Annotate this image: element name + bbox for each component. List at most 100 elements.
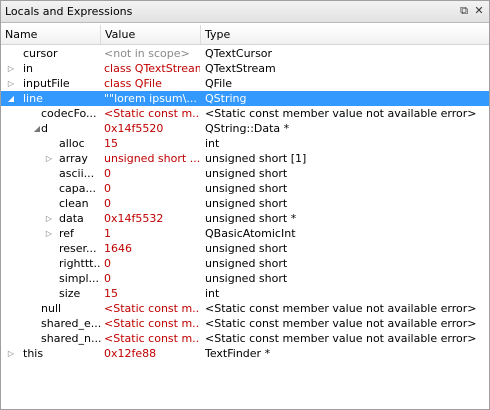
row-value: 0x12fe88: [104, 347, 157, 360]
row-value: ""lorem ipsum\...: [104, 92, 197, 105]
row-name: this: [23, 347, 44, 360]
row-type: unsigned short: [205, 272, 288, 285]
tree-row[interactable]: shared_e... <Static const m... <Static con…: [1, 316, 489, 331]
row-name: d: [41, 122, 48, 135]
row-name: data: [59, 212, 84, 225]
row-value: <Static const m...: [104, 332, 200, 345]
column-header-name[interactable]: Name: [1, 25, 101, 44]
row-value: 0: [104, 272, 111, 285]
collapse-arrow-icon[interactable]: ◢: [33, 124, 41, 133]
row-type: <Static const member value not available…: [205, 332, 477, 345]
row-type: <Static const member value not available…: [205, 302, 477, 315]
panel-title: Locals and Expressions: [5, 5, 133, 18]
expand-arrow-icon[interactable]: ▷: [45, 229, 53, 238]
row-name: capa...: [59, 182, 97, 195]
row-name: shared_n...: [41, 332, 101, 345]
row-value: <Static const m...: [104, 107, 200, 120]
tree-row[interactable]: reser... 1646 unsigned short: [1, 241, 489, 256]
row-type: int: [205, 137, 220, 150]
row-name: simpl...: [59, 272, 100, 285]
row-type: unsigned short: [205, 167, 288, 180]
row-name: clean: [59, 197, 89, 210]
tree-row[interactable]: size 15 int: [1, 286, 489, 301]
row-name: ref: [59, 227, 74, 240]
column-header: Name Value Type: [1, 25, 489, 45]
row-value: class QFile: [104, 77, 162, 90]
row-type: TextFinder *: [205, 347, 271, 360]
row-name: righttt...: [59, 257, 101, 270]
row-value: unsigned short ...: [104, 152, 200, 165]
row-value: 0x14f5532: [104, 212, 164, 225]
expand-arrow-icon[interactable]: ▷: [7, 64, 15, 73]
tree-row[interactable]: ◢ d 0x14f5520 QString::Data *: [1, 121, 489, 136]
row-value: 0: [104, 182, 111, 195]
row-name: shared_e...: [41, 317, 101, 330]
row-name: in: [23, 62, 34, 75]
tree-row[interactable]: ▷ array unsigned short ... unsigned short […: [1, 151, 489, 166]
row-value: 1: [104, 227, 111, 240]
tree-row[interactable]: shared_n... <Static const m... <Static con…: [1, 331, 489, 346]
tree-row[interactable]: alloc 15 int: [1, 136, 489, 151]
row-name: null: [41, 302, 62, 315]
tree-row[interactable]: ▷ ref 1 QBasicAtomicInt: [1, 226, 489, 241]
row-value: 15: [104, 287, 118, 300]
tree-row[interactable]: codecFo... <Static const m... <Static cons…: [1, 106, 489, 121]
row-type: <Static const member value not available…: [205, 317, 477, 330]
expand-arrow-icon[interactable]: ▷: [45, 154, 53, 163]
row-value: <Static const m...: [104, 302, 200, 315]
row-type: int: [205, 287, 220, 300]
row-name: line: [23, 92, 43, 105]
row-type: QTextCursor: [205, 47, 273, 60]
row-type: QString: [205, 92, 247, 105]
tree-row[interactable]: ascii... 0 unsigned short: [1, 166, 489, 181]
row-value: 0: [104, 197, 111, 210]
row-type: unsigned short: [205, 182, 288, 195]
tree-row[interactable]: ▷ data 0x14f5532 unsigned short *: [1, 211, 489, 226]
row-name: codecFo...: [41, 107, 97, 120]
row-value: 0x14f5520: [104, 122, 164, 135]
row-name: array: [59, 152, 88, 165]
row-value: 0: [104, 257, 111, 270]
tree-row[interactable]: ▷ in class QTextStream QTextStream: [1, 61, 489, 76]
row-type: unsigned short [1]: [205, 152, 307, 165]
row-type: QBasicAtomicInt: [205, 227, 296, 240]
row-value: 1646: [104, 242, 132, 255]
row-value: class QTextStream: [104, 62, 200, 75]
tree-row[interactable]: ◢ line ""lorem ipsum\... QString: [1, 91, 489, 106]
row-value: 15: [104, 137, 118, 150]
row-type: unsigned short: [205, 197, 288, 210]
tree-row[interactable]: capa... 0 unsigned short: [1, 181, 489, 196]
float-icon[interactable]: ⧉: [457, 4, 471, 18]
tree-row[interactable]: ▷ this 0x12fe88 TextFinder *: [1, 346, 489, 361]
locals-expressions-panel: Locals and Expressions ⧉ ✕ Name Value Ty…: [0, 0, 490, 410]
row-type: QFile: [205, 77, 233, 90]
expand-arrow-icon[interactable]: ▷: [7, 79, 15, 88]
row-name: reser...: [59, 242, 97, 255]
row-type: QString::Data *: [205, 122, 290, 135]
tree-row[interactable]: ▷ inputFile class QFile QFile: [1, 76, 489, 91]
row-name: cursor: [23, 47, 58, 60]
column-header-value[interactable]: Value: [101, 25, 201, 44]
column-header-type[interactable]: Type: [201, 25, 489, 44]
row-type: unsigned short *: [205, 212, 297, 225]
close-icon[interactable]: ✕: [472, 4, 486, 18]
tree-row[interactable]: simpl... 0 unsigned short: [1, 271, 489, 286]
collapse-arrow-icon[interactable]: ◢: [7, 94, 15, 103]
tree-row[interactable]: righttt... 0 unsigned short: [1, 256, 489, 271]
row-value: 0: [104, 167, 111, 180]
tree-row[interactable]: cursor <not in scope> QTextCursor: [1, 46, 489, 61]
row-name: ascii...: [59, 167, 95, 180]
row-name: inputFile: [23, 77, 70, 90]
tree-row[interactable]: clean 0 unsigned short: [1, 196, 489, 211]
row-value: <Static const m...: [104, 317, 200, 330]
tree-row[interactable]: null <Static const m... <Static const memb…: [1, 301, 489, 316]
row-type: unsigned short: [205, 257, 288, 270]
expand-arrow-icon[interactable]: ▷: [45, 214, 53, 223]
panel-titlebar: Locals and Expressions ⧉ ✕: [1, 1, 489, 23]
row-type: <Static const member value not available…: [205, 107, 477, 120]
expand-arrow-icon[interactable]: ▷: [7, 349, 15, 358]
row-type: unsigned short: [205, 242, 288, 255]
row-name: alloc: [59, 137, 85, 150]
row-value: <not in scope>: [104, 47, 190, 60]
row-type: QTextStream: [205, 62, 276, 75]
